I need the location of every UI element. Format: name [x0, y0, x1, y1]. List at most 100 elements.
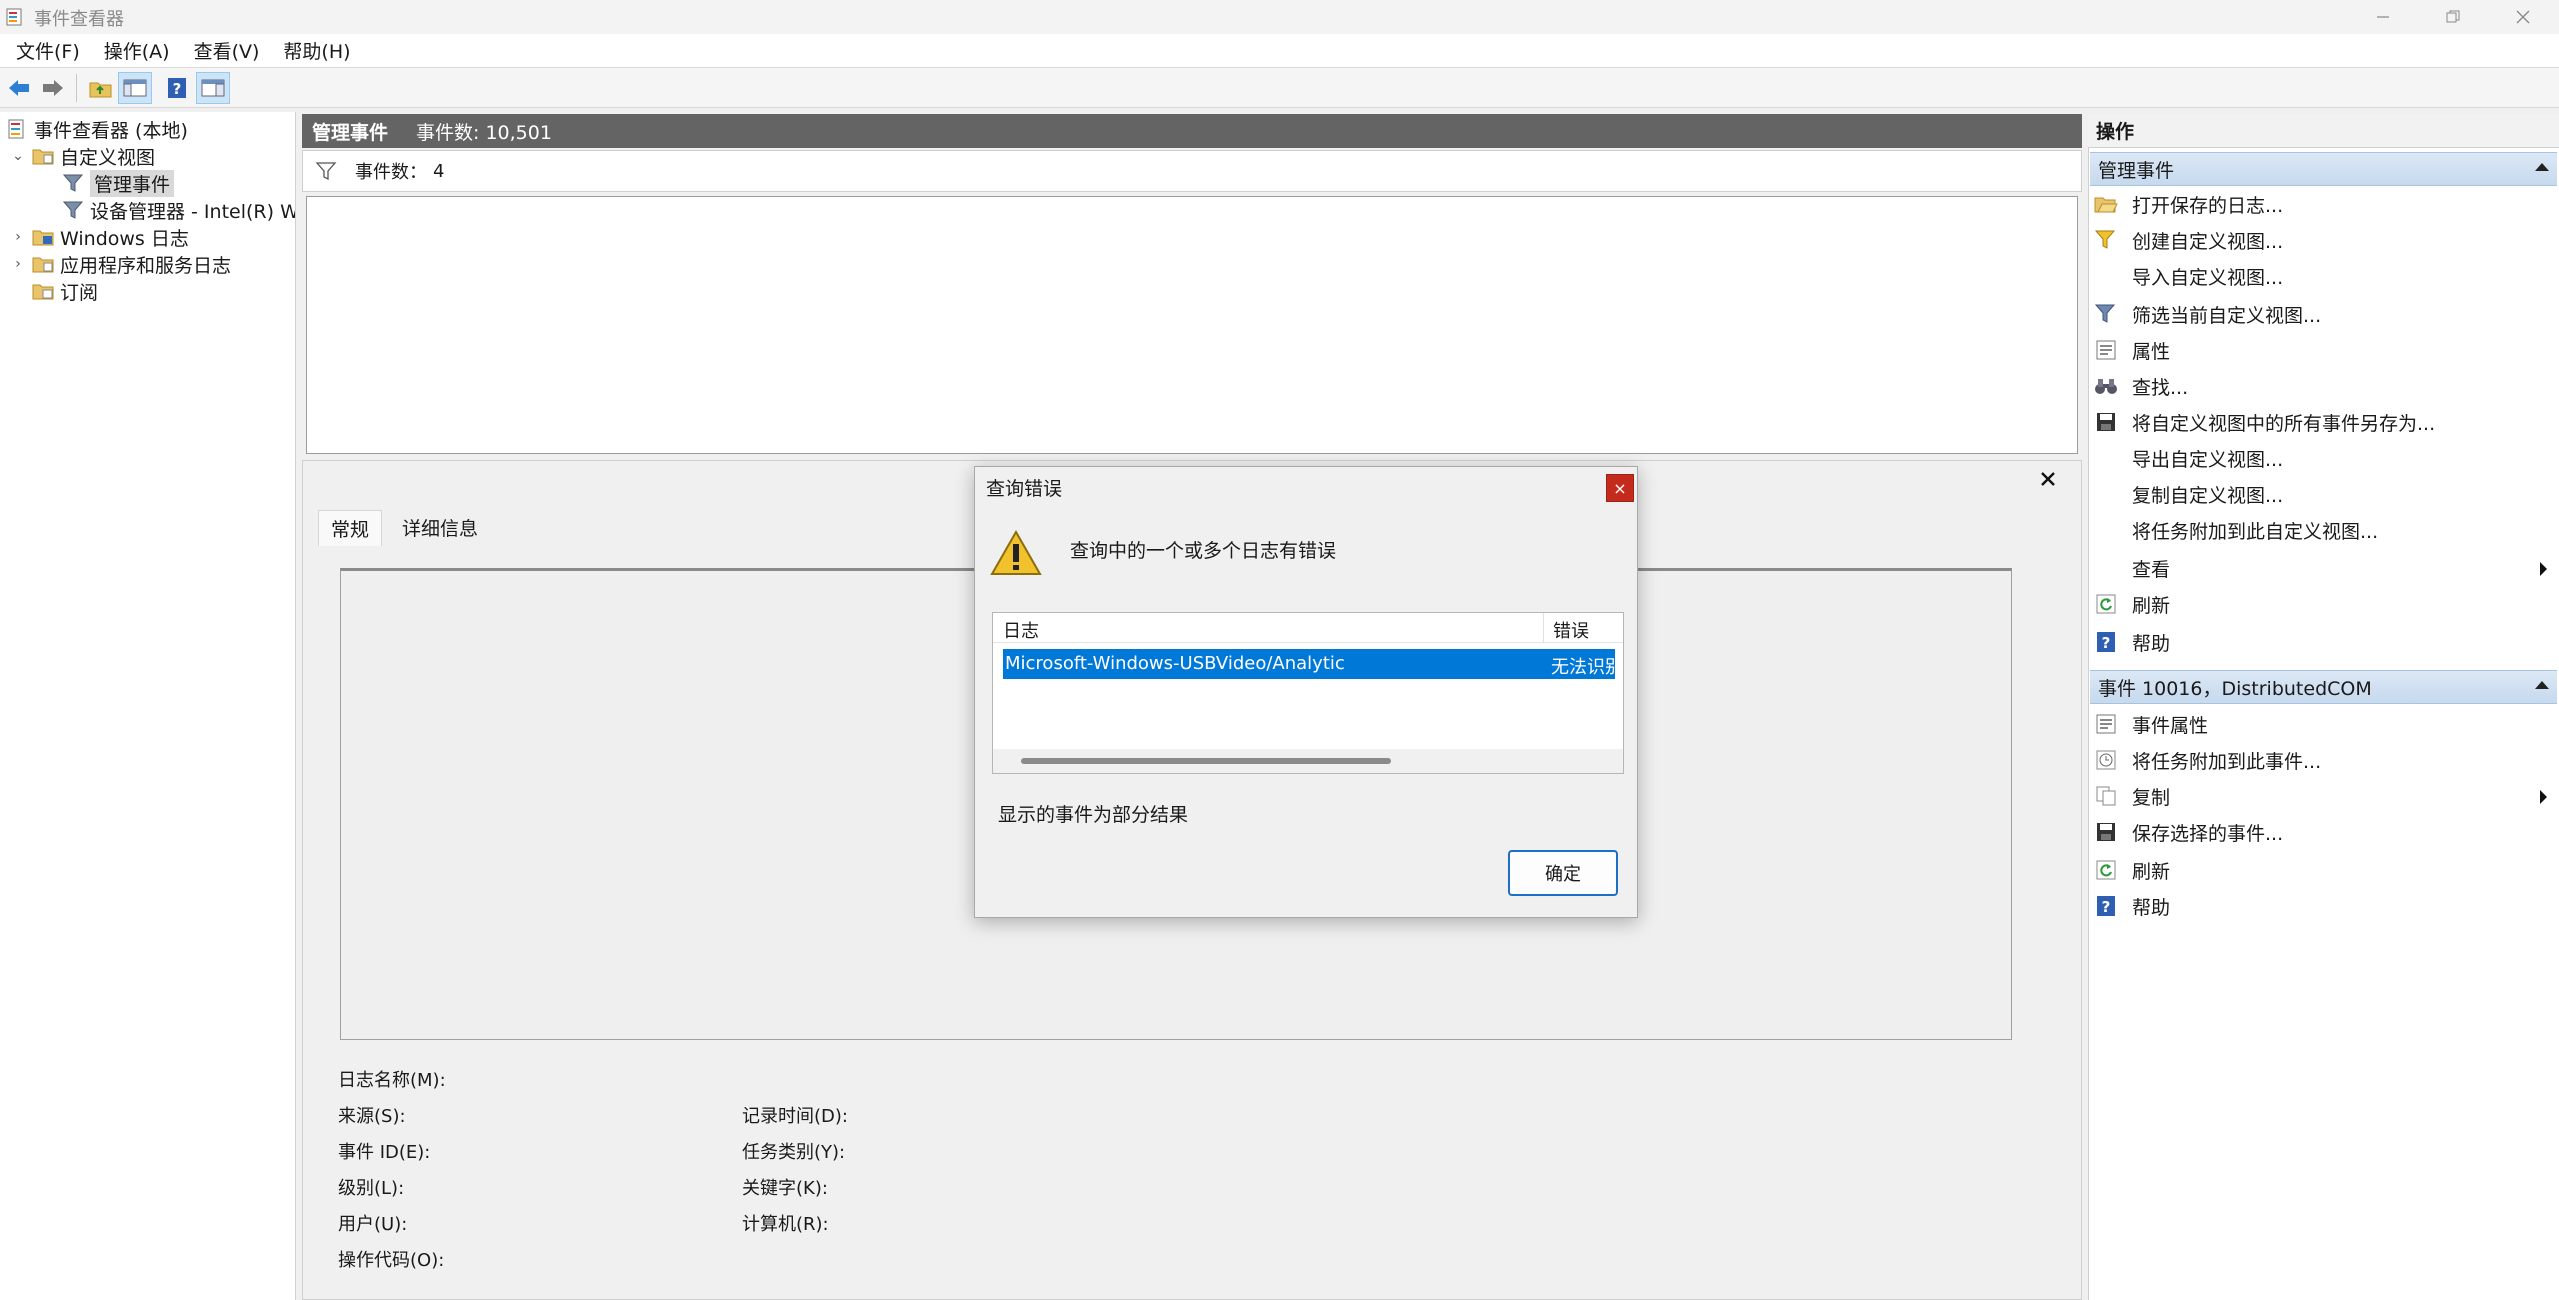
close-detail-button[interactable]: [2040, 468, 2056, 493]
action-pane-icon: [201, 79, 225, 97]
column-divider[interactable]: [1543, 613, 1544, 643]
blank-icon: [2094, 518, 2118, 542]
blank-icon: [2094, 556, 2118, 580]
action-copy-custom-view[interactable]: 复制自定义视图...: [2090, 476, 2557, 512]
actions-section-admin-events[interactable]: 管理事件: [2090, 152, 2557, 186]
minimize-button[interactable]: [2348, 0, 2418, 34]
tree-label-subscriptions: 订阅: [60, 281, 99, 304]
close-icon: [2041, 472, 2055, 486]
section-label: 管理事件: [2098, 159, 2175, 182]
minimize-icon: [2377, 16, 2389, 18]
dialog-close-button[interactable]: ×: [1606, 474, 1634, 502]
event-list[interactable]: [306, 196, 2078, 454]
table-header: 日志 错误: [993, 613, 1623, 643]
action-filter-current-view[interactable]: 筛选当前自定义视图...: [2090, 296, 2557, 332]
menu-action[interactable]: 操作(A): [94, 33, 180, 68]
task-clock-icon: [2094, 748, 2118, 772]
copy-icon: [2094, 784, 2118, 808]
action-refresh[interactable]: 刷新: [2090, 586, 2557, 622]
table-row[interactable]: Microsoft-Windows-USBVideo/Analytic 无法识别: [1003, 649, 1615, 679]
tree-item-subscriptions[interactable]: 订阅: [32, 278, 98, 304]
action-refresh-event[interactable]: 刷新: [2090, 852, 2557, 888]
close-icon: ×: [1613, 478, 1627, 498]
help-toolbar-button[interactable]: ?: [160, 72, 194, 104]
up-level-button[interactable]: [84, 72, 118, 104]
submenu-arrow-icon: [2540, 562, 2547, 576]
binoculars-icon: [2094, 374, 2118, 398]
tree-item-app-service-logs[interactable]: › 应用程序和服务日志: [10, 251, 231, 277]
tree-item-root[interactable]: 事件查看器 (本地): [6, 116, 188, 142]
action-find[interactable]: 查找...: [2090, 368, 2557, 404]
action-help-event[interactable]: ? 帮助: [2090, 888, 2557, 924]
blank-icon: [2094, 482, 2118, 506]
title-bar: 事件查看器: [0, 0, 2559, 34]
save-icon: [2094, 820, 2118, 844]
action-copy[interactable]: 复制: [2090, 778, 2557, 814]
center-header: 管理事件 事件数: 10,501: [302, 114, 2082, 148]
action-attach-task-event[interactable]: 将任务附加到此事件...: [2090, 742, 2557, 778]
center-header-count: 事件数: 10,501: [416, 121, 552, 144]
folder-up-icon: [89, 82, 112, 98]
back-button[interactable]: [2, 72, 36, 104]
menu-bar: 文件(F) 操作(A) 查看(V) 帮助(H): [0, 34, 2559, 68]
filter-icon: [2094, 302, 2118, 326]
action-help[interactable]: ? 帮助: [2090, 624, 2557, 660]
actions-title: 操作: [2088, 114, 2559, 148]
tab-details[interactable]: 详细信息: [390, 510, 490, 545]
chevron-down-icon[interactable]: ⌄: [10, 148, 26, 164]
scrollbar-thumb[interactable]: [1021, 758, 1391, 764]
action-open-saved-log[interactable]: 打开保存的日志...: [2090, 186, 2557, 222]
action-save-selected-events[interactable]: 保存选择的事件...: [2090, 814, 2557, 850]
tree-label-device-manager: 设备管理器 - Intel(R) Wi-: [90, 200, 296, 223]
forward-button[interactable]: [36, 72, 70, 104]
chevron-right-icon[interactable]: ›: [10, 256, 26, 272]
chevron-right-icon[interactable]: ›: [10, 229, 26, 245]
field-logged: 记录时间(D):: [742, 1106, 848, 1127]
action-event-properties[interactable]: 事件属性: [2090, 706, 2557, 742]
field-opcode: 操作代码(O):: [338, 1250, 445, 1271]
subscription-icon: [32, 284, 54, 300]
ok-button[interactable]: 确定: [1508, 850, 1618, 896]
restore-button[interactable]: [2418, 0, 2488, 34]
tree-item-custom-views[interactable]: ⌄ 自定义视图: [10, 143, 155, 169]
action-create-custom-view[interactable]: 创建自定义视图...: [2090, 222, 2557, 258]
tree-label-admin-events: 管理事件: [90, 169, 175, 197]
action-attach-task-view[interactable]: 将任务附加到此自定义视图...: [2090, 512, 2557, 548]
filter-bar: 事件数： 4: [302, 150, 2082, 192]
blank-icon: [2094, 264, 2118, 288]
row-error: 无法识别: [1551, 657, 1615, 678]
column-header-log[interactable]: 日志: [1003, 617, 1039, 643]
menu-help[interactable]: 帮助(H): [273, 33, 360, 68]
action-view[interactable]: 查看: [2090, 550, 2557, 586]
close-window-button[interactable]: [2488, 0, 2558, 34]
action-save-all-events[interactable]: 将自定义视图中的所有事件另存为...: [2090, 404, 2557, 440]
submenu-arrow-icon: [2540, 790, 2547, 804]
collapse-icon[interactable]: [2535, 163, 2549, 171]
action-export-custom-view[interactable]: 导出自定义视图...: [2090, 440, 2557, 476]
refresh-icon: [2094, 858, 2118, 882]
menu-view[interactable]: 查看(V): [184, 33, 270, 68]
tree-label-custom-views: 自定义视图: [60, 146, 156, 169]
horizontal-scrollbar[interactable]: [993, 749, 1623, 773]
show-hide-tree-button[interactable]: [118, 72, 152, 104]
field-computer: 计算机(R):: [742, 1214, 829, 1235]
tree-label-root: 事件查看器 (本地): [34, 119, 188, 142]
dialog-message: 查询中的一个或多个日志有错误: [1070, 540, 1337, 562]
filter-icon: [315, 162, 337, 181]
field-user: 用户(U):: [338, 1214, 408, 1235]
tree-item-admin-events[interactable]: 管理事件: [62, 169, 175, 197]
action-properties[interactable]: 属性: [2090, 332, 2557, 368]
tab-general[interactable]: 常规: [318, 510, 383, 546]
menu-file[interactable]: 文件(F): [6, 33, 90, 68]
actions-section-event[interactable]: 事件 10016，DistributedCOM: [2090, 670, 2557, 704]
tree-item-device-manager[interactable]: 设备管理器 - Intel(R) Wi-: [62, 197, 296, 223]
column-header-error[interactable]: 错误: [1553, 617, 1589, 643]
field-log-name: 日志名称(M):: [338, 1070, 446, 1091]
section-label: 事件 10016，DistributedCOM: [2098, 677, 2372, 700]
show-hide-action-pane-button[interactable]: [196, 72, 230, 104]
toolbar: ?: [0, 68, 2559, 108]
action-import-custom-view[interactable]: 导入自定义视图...: [2090, 258, 2557, 294]
error-log-table[interactable]: 日志 错误 Microsoft-Windows-USBVideo/Analyti…: [992, 612, 1624, 774]
collapse-icon[interactable]: [2535, 681, 2549, 689]
tree-item-windows-logs[interactable]: › Windows 日志: [10, 224, 189, 250]
